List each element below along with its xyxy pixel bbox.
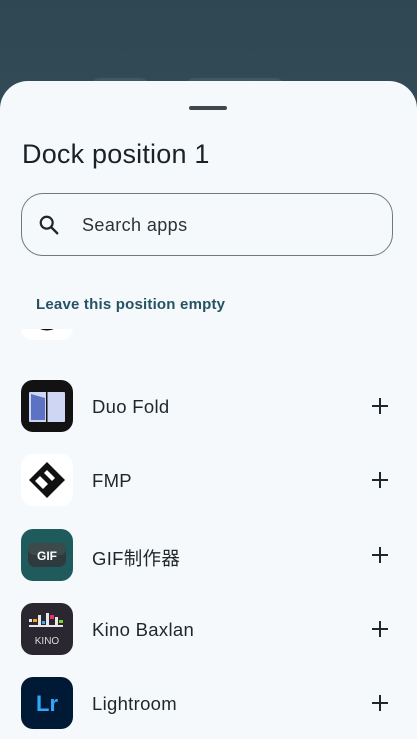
app-label: Kino Baxlan (92, 619, 195, 640)
search-input[interactable] (80, 194, 384, 256)
app-list[interactable]: Duo Fold FMP GIF GIF制作器 KINO Kino Baxlan… (0, 329, 417, 739)
add-icon[interactable] (370, 396, 390, 416)
bottom-sheet: Dock position 1 Leave this position empt… (0, 81, 417, 739)
lightroom-icon-text: Lr (36, 691, 58, 716)
add-icon[interactable] (370, 619, 390, 639)
lightroom-icon: Lr (21, 677, 73, 729)
add-icon[interactable] (370, 693, 390, 713)
leave-empty-link[interactable]: Leave this position empty (36, 296, 225, 313)
gif-icon-text: GIF (37, 549, 57, 563)
list-item-fmp[interactable]: FMP (0, 443, 417, 517)
search-box[interactable] (21, 193, 393, 256)
list-item-kino-baxlan[interactable]: KINO Kino Baxlan (0, 592, 417, 666)
kino-icon-text: KINO (35, 636, 60, 647)
duo-fold-icon (21, 380, 73, 432)
app-label: FMP (92, 470, 132, 491)
gif-maker-icon: GIF (21, 529, 73, 581)
sheet-title: Dock position 1 (22, 139, 210, 169)
list-item-duo-fold[interactable]: Duo Fold (0, 369, 417, 443)
app-label: Lightroom (92, 693, 177, 714)
drag-handle[interactable] (189, 106, 227, 110)
add-icon[interactable] (370, 545, 390, 565)
app-label: Duo Fold (92, 396, 170, 417)
add-icon[interactable] (370, 470, 390, 490)
list-item-lightroom[interactable]: Lr Lightroom (0, 666, 417, 739)
search-icon (39, 215, 59, 235)
kino-icon: KINO (21, 603, 73, 655)
partial-app-icon (21, 329, 73, 340)
list-item-gif-maker[interactable]: GIF GIF制作器 (0, 518, 417, 592)
app-label: GIF制作器 (92, 548, 181, 569)
fmp-icon (21, 454, 73, 506)
list-item-partial[interactable] (0, 329, 417, 351)
